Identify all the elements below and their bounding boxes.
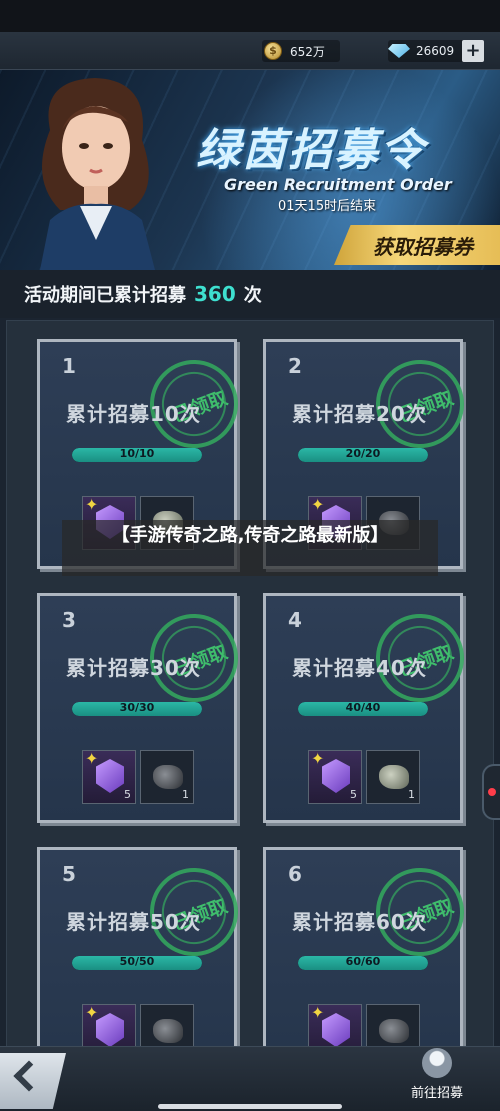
coin-icon: $ (264, 42, 282, 60)
countdown-text: 01天15时后结束 (278, 199, 377, 214)
item-icon (379, 765, 409, 789)
overlay-caption: 【手游传奇之路,传奇之路最新版】 (62, 520, 438, 576)
notification-dot (488, 788, 496, 796)
character-portrait (40, 78, 155, 270)
tally-suffix: 次 (243, 285, 262, 306)
back-arrow-icon (13, 1060, 45, 1092)
progress-bar: 40/40 (298, 702, 428, 716)
progress-bar: 10/10 (72, 448, 202, 462)
card-number: 4 (288, 608, 302, 632)
reward-slot[interactable]: ✦ 5 (308, 749, 362, 804)
reward-slot[interactable]: 1 (366, 750, 420, 804)
event-banner: 绿茵招募令 Green Recruitment Order 01天15时后结束 … (0, 70, 500, 270)
card-title: 累计招募10次 (66, 402, 201, 426)
banner-subtitle: Green Recruitment Order (224, 175, 452, 194)
card-title: 累计招募40次 (292, 656, 427, 680)
card-title: 累计招募30次 (66, 656, 201, 680)
diamond-icon (388, 44, 410, 58)
card-title: 累计招募60次 (292, 910, 427, 934)
card-title: 累计招募50次 (66, 910, 201, 934)
gem-balance: 26609 + (388, 40, 484, 62)
card-number: 1 (62, 354, 76, 378)
milestone-card[interactable]: 5 已领取 累计招募50次 50/50 ✦ (37, 847, 251, 1077)
milestone-card[interactable]: 3 已领取 累计招募30次 30/30 ✦ 5 1 (37, 593, 251, 823)
goto-recruit-label: 前往招募 (410, 1086, 463, 1101)
back-button[interactable] (0, 1053, 66, 1109)
progress-text: 40/40 (345, 702, 381, 714)
badge-icon (96, 1013, 124, 1047)
card-title: 累计招募20次 (292, 402, 427, 426)
recruit-tally: 活动期间已累计招募 360 次 (0, 270, 500, 318)
progress-text: 30/30 (119, 702, 155, 714)
top-bar: $ 652万 26609 + (0, 32, 500, 70)
banner-title: 绿茵招募令 (196, 125, 426, 176)
tally-count: 360 (194, 282, 236, 306)
item-icon (153, 1019, 183, 1043)
progress-bar: 50/50 (72, 956, 202, 970)
goto-recruit-button[interactable]: 前往招募 (392, 1047, 482, 1107)
star-icon: ✦ (85, 1003, 99, 1022)
item-icon (153, 765, 183, 789)
progress-text: 10/10 (119, 448, 155, 460)
side-drawer-tab[interactable] (482, 764, 500, 820)
badge-icon (96, 759, 124, 793)
milestone-card[interactable]: 6 已领取 累计招募60次 60/60 ✦ (263, 847, 477, 1077)
gem-amount: 26609 (416, 44, 455, 58)
item-icon (379, 1019, 409, 1043)
card-number: 3 (62, 608, 76, 632)
progress-bar: 60/60 (298, 956, 428, 970)
badge-icon (322, 759, 350, 793)
add-gems-button[interactable]: + (462, 40, 484, 62)
progress-text: 60/60 (345, 956, 381, 968)
milestone-card[interactable]: 4 已领取 累计招募40次 40/40 ✦ 5 1 (263, 593, 477, 823)
progress-text: 20/20 (345, 448, 381, 460)
get-ticket-button[interactable]: 获取招募券 (334, 225, 500, 265)
star-icon: ✦ (85, 749, 99, 768)
progress-text: 50/50 (119, 956, 155, 968)
star-icon: ✦ (311, 495, 325, 514)
progress-bar: 20/20 (298, 448, 428, 462)
coin-amount: 652万 (290, 44, 325, 59)
star-icon: ✦ (85, 495, 99, 514)
status-bar (0, 0, 500, 32)
tally-prefix: 活动期间已累计招募 (24, 285, 186, 306)
star-icon: ✦ (311, 749, 325, 768)
card-number: 6 (288, 862, 302, 886)
home-indicator[interactable] (158, 1104, 342, 1109)
milestone-list[interactable]: 1 已领取 累计招募10次 10/10 ✦ 2 已领取 累计招募20次 20/2… (6, 320, 494, 1080)
reward-slot[interactable]: ✦ 5 (82, 749, 136, 804)
coin-balance: $ 652万 (262, 40, 340, 62)
recruit-icon (422, 1048, 452, 1078)
badge-icon (322, 1013, 350, 1047)
card-number: 5 (62, 862, 76, 886)
star-icon: ✦ (311, 1003, 325, 1022)
reward-slot[interactable]: 1 (140, 750, 194, 804)
card-number: 2 (288, 354, 302, 378)
progress-bar: 30/30 (72, 702, 202, 716)
bottom-bar: 前往招募 (0, 1046, 500, 1111)
